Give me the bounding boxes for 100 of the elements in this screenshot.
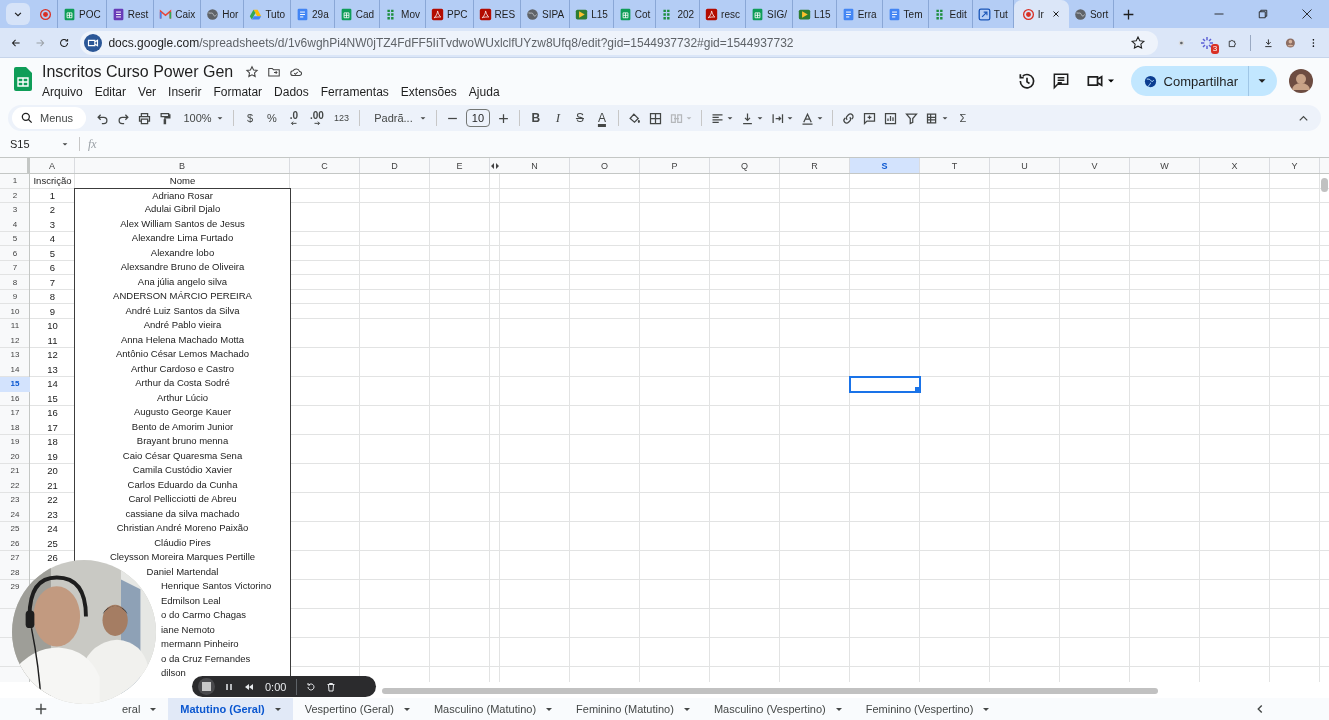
row-number[interactable]: 19 xyxy=(5,435,25,450)
cell-reference[interactable]: S15 xyxy=(10,138,60,150)
menu-item[interactable]: Inserir xyxy=(162,83,208,100)
menu-item[interactable]: Ver xyxy=(132,83,163,100)
menu-item[interactable]: Arquivo xyxy=(36,83,89,100)
row-number[interactable]: 2 xyxy=(7,188,23,203)
font-size-field[interactable]: 10 xyxy=(465,109,490,127)
column-header[interactable]: P xyxy=(640,158,710,173)
row-number[interactable]: 25 xyxy=(5,522,25,537)
column-header[interactable]: U xyxy=(990,158,1060,173)
spreadsheet-logo-icon[interactable] xyxy=(14,67,32,91)
zoom-select[interactable]: 100% xyxy=(176,107,228,129)
menu-search-field[interactable]: Menus xyxy=(12,107,86,129)
row-number[interactable]: 9 xyxy=(7,290,23,305)
star-icon[interactable] xyxy=(245,64,260,79)
text-color-button[interactable]: A xyxy=(590,107,613,129)
sheet-tab[interactable]: Masculino (Vespertino) xyxy=(701,698,854,720)
row-number[interactable]: 8 xyxy=(7,275,23,290)
column-header[interactable]: C xyxy=(290,158,360,173)
sheet-tab[interactable]: eral xyxy=(110,698,169,720)
row-number[interactable]: 11 xyxy=(5,319,25,334)
close-icon[interactable] xyxy=(1301,8,1313,20)
address-bar[interactable]: docs.google.com/spreadsheets/d/1v6wghPi4NW0jTZ4FdFF5IiTvdwoWUxlclfUYzw8Ufq8/edit?gid=1544937732#gid=1544937732 xyxy=(80,30,1159,55)
row-number[interactable]: 5 xyxy=(7,232,23,247)
trash-icon[interactable] xyxy=(325,680,338,693)
sheet-tab[interactable]: Vespertino (Geral) xyxy=(292,698,422,720)
column-header[interactable]: S xyxy=(850,158,920,173)
hidden-columns-icon[interactable] xyxy=(490,161,500,170)
row-number[interactable]: 24 xyxy=(5,507,25,522)
browser-tab[interactable]: Ir xyxy=(1013,0,1069,28)
column-header[interactable]: A xyxy=(30,158,75,173)
camera-icon[interactable] xyxy=(84,33,103,52)
document-title[interactable]: Inscritos Curso Power Gen xyxy=(42,62,234,81)
avatar-icon[interactable] xyxy=(1289,69,1313,93)
paint-format-icon[interactable] xyxy=(158,110,173,126)
restart-icon[interactable] xyxy=(305,680,318,693)
row-number[interactable]: 13 xyxy=(5,348,25,363)
add-comment-icon[interactable] xyxy=(861,110,877,126)
column-header[interactable]: N xyxy=(500,158,570,173)
strikethrough-button[interactable]: S xyxy=(568,107,591,129)
currency-button[interactable]: $ xyxy=(239,107,261,129)
scrollbar-thumb[interactable] xyxy=(1321,178,1328,192)
row-number[interactable]: 20 xyxy=(5,449,25,464)
print-icon[interactable] xyxy=(137,110,152,126)
decrease-decimals-button[interactable]: .0 xyxy=(283,107,305,129)
row-number[interactable]: 14 xyxy=(5,362,25,377)
add-sheet-icon[interactable] xyxy=(34,702,48,716)
extension-icon[interactable] xyxy=(1199,34,1216,51)
row-number[interactable]: 23 xyxy=(5,493,25,508)
column-header[interactable]: B xyxy=(75,158,290,173)
column-header[interactable]: T xyxy=(920,158,990,173)
sheet-tab[interactable]: Matutino (Geral) xyxy=(168,698,293,720)
italic-button[interactable]: I xyxy=(546,107,569,129)
filter-icon[interactable] xyxy=(903,110,919,126)
restore-icon[interactable] xyxy=(1257,8,1269,20)
menu-item[interactable]: Formatar xyxy=(207,83,269,100)
menu-item[interactable]: Ajuda xyxy=(462,83,506,100)
row-number[interactable]: 22 xyxy=(5,478,25,493)
font-select[interactable]: Padrã... xyxy=(364,107,431,129)
bookmark-star-icon[interactable] xyxy=(1130,34,1147,51)
column-header[interactable]: W xyxy=(1130,158,1200,173)
cell-cursor[interactable] xyxy=(849,376,921,393)
link-icon[interactable] xyxy=(840,110,856,126)
row-number[interactable]: 1 xyxy=(7,174,23,189)
row-number[interactable]: 28 xyxy=(5,565,25,580)
increase-decimals-button[interactable]: .00 xyxy=(305,107,329,129)
menu-item[interactable]: Ferramentas xyxy=(314,83,395,100)
row-number[interactable]: 18 xyxy=(5,420,25,435)
row-number[interactable]: 6 xyxy=(7,246,23,261)
borders-icon[interactable] xyxy=(647,110,663,126)
sheet-tab[interactable]: Feminino (Matutino) xyxy=(564,698,702,720)
column-header[interactable]: X xyxy=(1200,158,1270,173)
close-icon[interactable] xyxy=(1050,9,1061,19)
row-number[interactable]: 7 xyxy=(7,261,23,276)
column-header[interactable]: V xyxy=(1060,158,1130,173)
bold-button[interactable]: B xyxy=(524,107,547,129)
percent-button[interactable]: % xyxy=(261,107,283,129)
row-number[interactable]: 10 xyxy=(5,304,25,319)
row-number[interactable]: 4 xyxy=(7,217,23,232)
scrollbar-thumb[interactable] xyxy=(382,688,1158,694)
more-formats-button[interactable]: 123 xyxy=(328,107,354,129)
row-number[interactable]: 3 xyxy=(7,203,23,218)
row-number[interactable]: 16 xyxy=(5,391,25,406)
row-number[interactable]: 21 xyxy=(5,464,25,479)
stop-button[interactable] xyxy=(198,678,215,695)
row-number[interactable]: 15 xyxy=(0,377,30,392)
column-header[interactable]: O xyxy=(570,158,640,173)
column-header[interactable]: D xyxy=(360,158,430,173)
sheet-tab[interactable]: Masculino (Matutino) xyxy=(421,698,565,720)
menu-item[interactable]: Dados xyxy=(268,83,315,100)
functions-button[interactable]: Σ xyxy=(951,107,974,129)
row-number[interactable]: 17 xyxy=(5,406,25,421)
new-tab-icon[interactable] xyxy=(1122,7,1136,21)
column-header[interactable]: E xyxy=(430,158,490,173)
sheet-tab[interactable]: Feminino (Vespertino) xyxy=(853,698,1002,720)
column-header[interactable]: Q xyxy=(710,158,780,173)
menu-item[interactable]: Editar xyxy=(88,83,133,100)
menu-item[interactable]: Extensões xyxy=(394,83,463,100)
share-button[interactable]: Compartilhar xyxy=(1130,66,1277,96)
chart-icon[interactable] xyxy=(882,110,898,126)
